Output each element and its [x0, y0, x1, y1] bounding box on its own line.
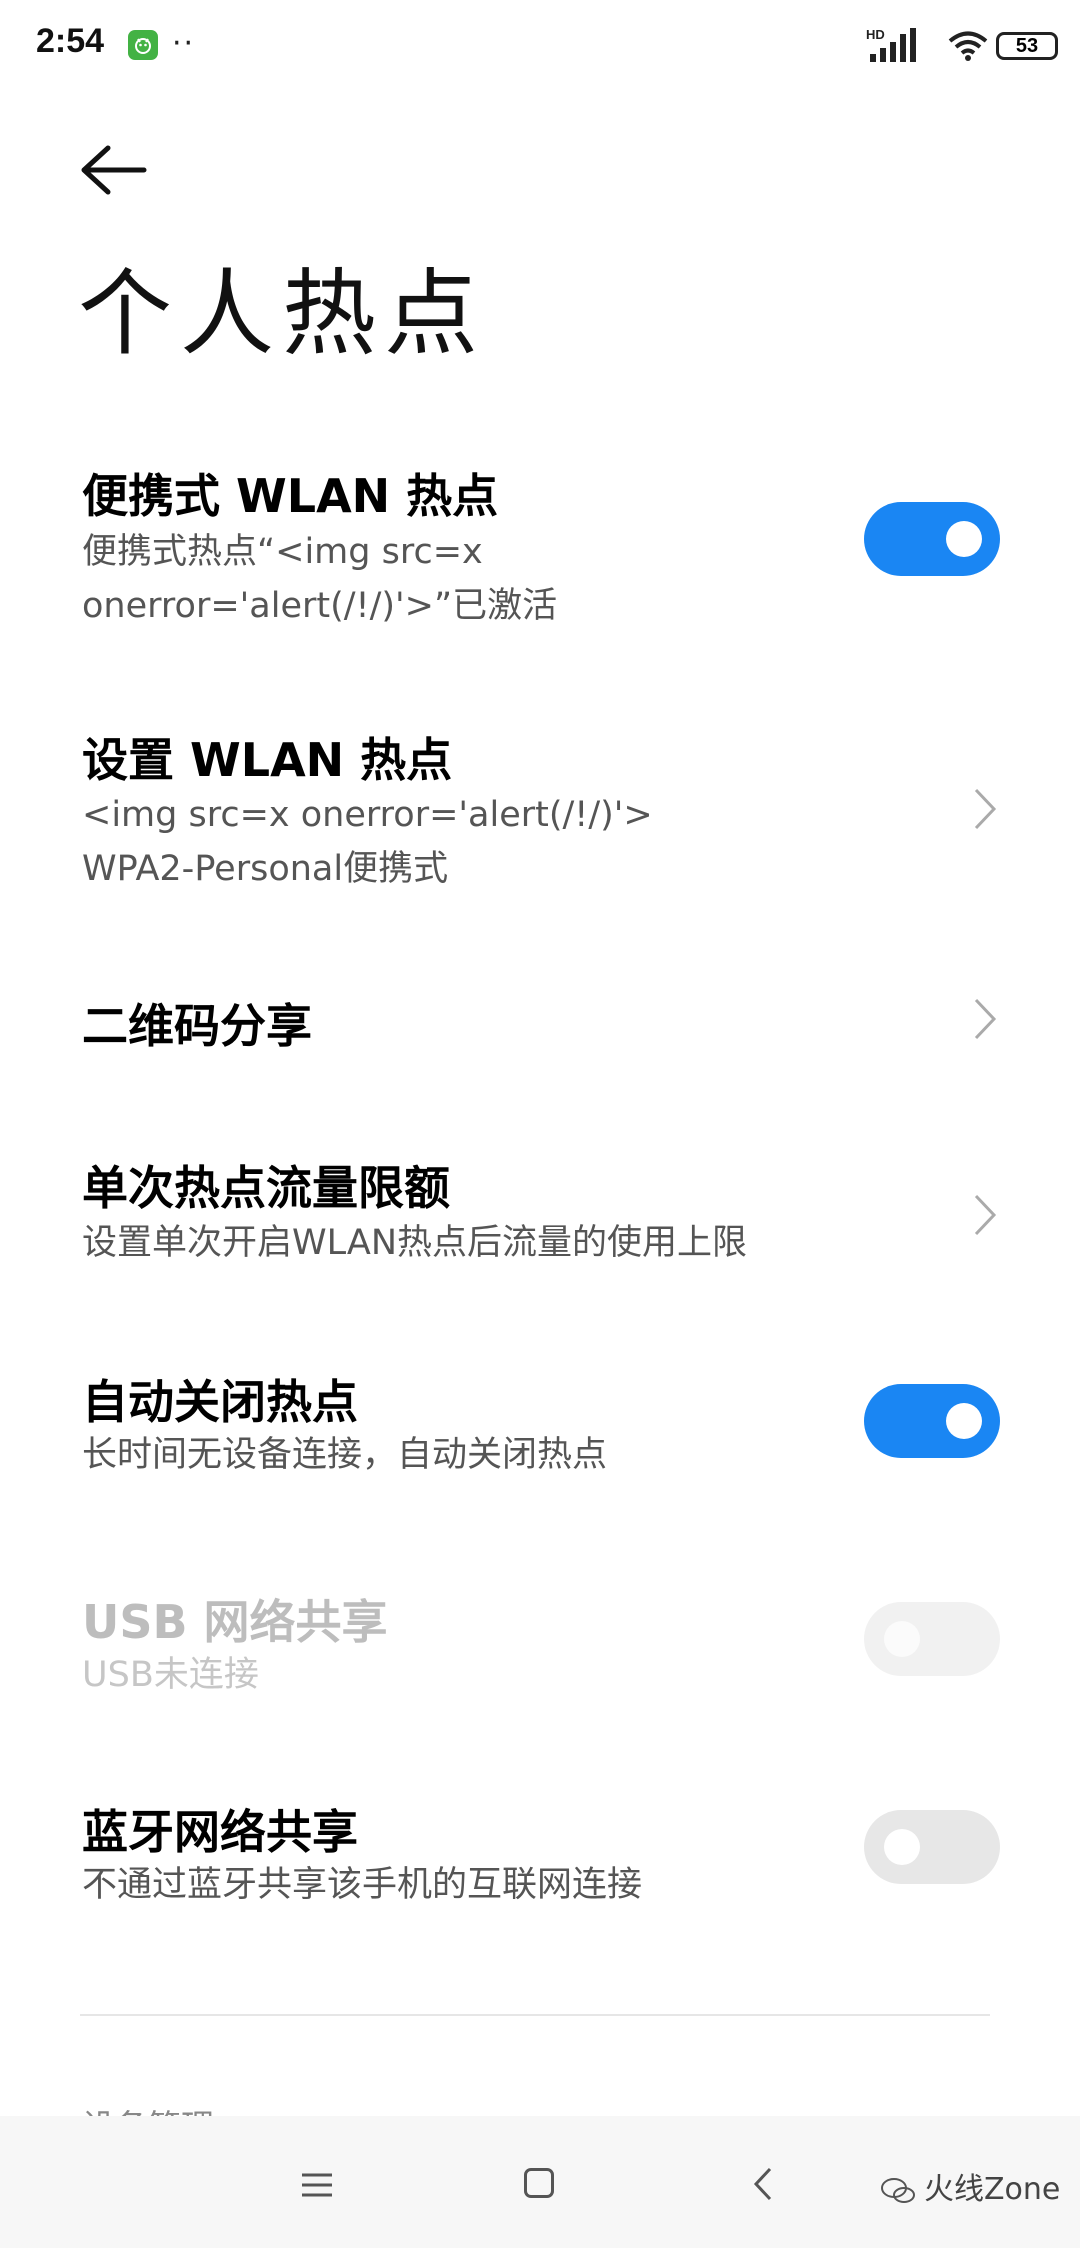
chevron-right-icon: [974, 788, 997, 830]
status-time: 2:54: [36, 22, 105, 60]
arrow-left-icon: [81, 145, 147, 195]
auto-off-title: 自动关闭热点: [82, 1375, 358, 1429]
toggle-knob: [884, 1829, 920, 1865]
setup-hotspot-title: 设置 WLAN 热点: [82, 733, 453, 787]
data-limit-desc: 设置单次开启WLAN热点后流量的使用上限: [82, 1223, 748, 1263]
qr-share-row[interactable]: 二维码分享: [0, 990, 1080, 1070]
app-notification-icon: [128, 30, 158, 60]
status-bar: 2:54 ·· HD 53: [0, 0, 1080, 96]
network-type-label: HD: [866, 27, 885, 42]
toggle-knob: [884, 1621, 920, 1657]
navigation-bar: 火线Zone: [0, 2116, 1080, 2248]
back-button[interactable]: [80, 140, 150, 200]
nav-back-button[interactable]: [752, 2166, 774, 2202]
page-title: 个人热点: [78, 260, 487, 369]
portable-hotspot-title: 便携式 WLAN 热点: [82, 469, 499, 523]
portable-hotspot-row[interactable]: 便携式 WLAN 热点 便携式热点“<img src=x onerror='al…: [0, 460, 1080, 660]
usb-tether-status: USB未连接: [82, 1655, 259, 1695]
notification-dots: ··: [172, 26, 196, 61]
auto-off-toggle[interactable]: [864, 1384, 1000, 1458]
auto-off-desc: 长时间无设备连接，自动关闭热点: [82, 1435, 608, 1475]
data-limit-row[interactable]: 单次热点流量限额 设置单次开启WLAN热点后流量的使用上限: [0, 1152, 1080, 1282]
toggle-knob: [946, 521, 982, 557]
setup-hotspot-details: <img src=x onerror='alert(/!/)'> WPA2-Pe…: [82, 795, 653, 889]
wechat-icon: [881, 2177, 915, 2203]
bt-tether-toggle[interactable]: [864, 1810, 1000, 1884]
chevron-right-icon: [974, 998, 997, 1040]
auto-off-row[interactable]: 自动关闭热点 长时间无设备连接，自动关闭热点: [0, 1366, 1080, 1496]
bt-tether-row[interactable]: 蓝牙网络共享 不通过蓝牙共享该手机的互联网连接: [0, 1796, 1080, 1926]
qr-share-title: 二维码分享: [82, 999, 312, 1053]
watermark-text: 火线Zone: [924, 2172, 1061, 2207]
recent-apps-button[interactable]: [300, 2172, 334, 2198]
bt-tether-title: 蓝牙网络共享: [82, 1805, 358, 1859]
watermark: 火线Zone: [880, 2164, 1060, 2208]
divider: [80, 2014, 990, 2016]
home-button[interactable]: [524, 2168, 554, 2198]
usb-tether-title: USB 网络共享: [82, 1595, 388, 1649]
data-limit-title: 单次热点流量限额: [82, 1161, 450, 1215]
battery-icon: 53: [996, 32, 1058, 60]
toggle-knob: [946, 1403, 982, 1439]
setup-hotspot-row[interactable]: 设置 WLAN 热点 <img src=x onerror='alert(/!/…: [0, 724, 1080, 904]
usb-tether-toggle: [864, 1602, 1000, 1676]
chevron-right-icon: [974, 1194, 997, 1236]
signal-icon: HD: [866, 26, 926, 70]
portable-hotspot-toggle[interactable]: [864, 502, 1000, 576]
portable-hotspot-status: 便携式热点“<img src=x onerror='alert(/!/)'>”已…: [82, 532, 558, 626]
usb-tether-row: USB 网络共享 USB未连接: [0, 1586, 1080, 1716]
wifi-icon: [948, 30, 988, 66]
bt-tether-desc: 不通过蓝牙共享该手机的互联网连接: [82, 1865, 643, 1905]
